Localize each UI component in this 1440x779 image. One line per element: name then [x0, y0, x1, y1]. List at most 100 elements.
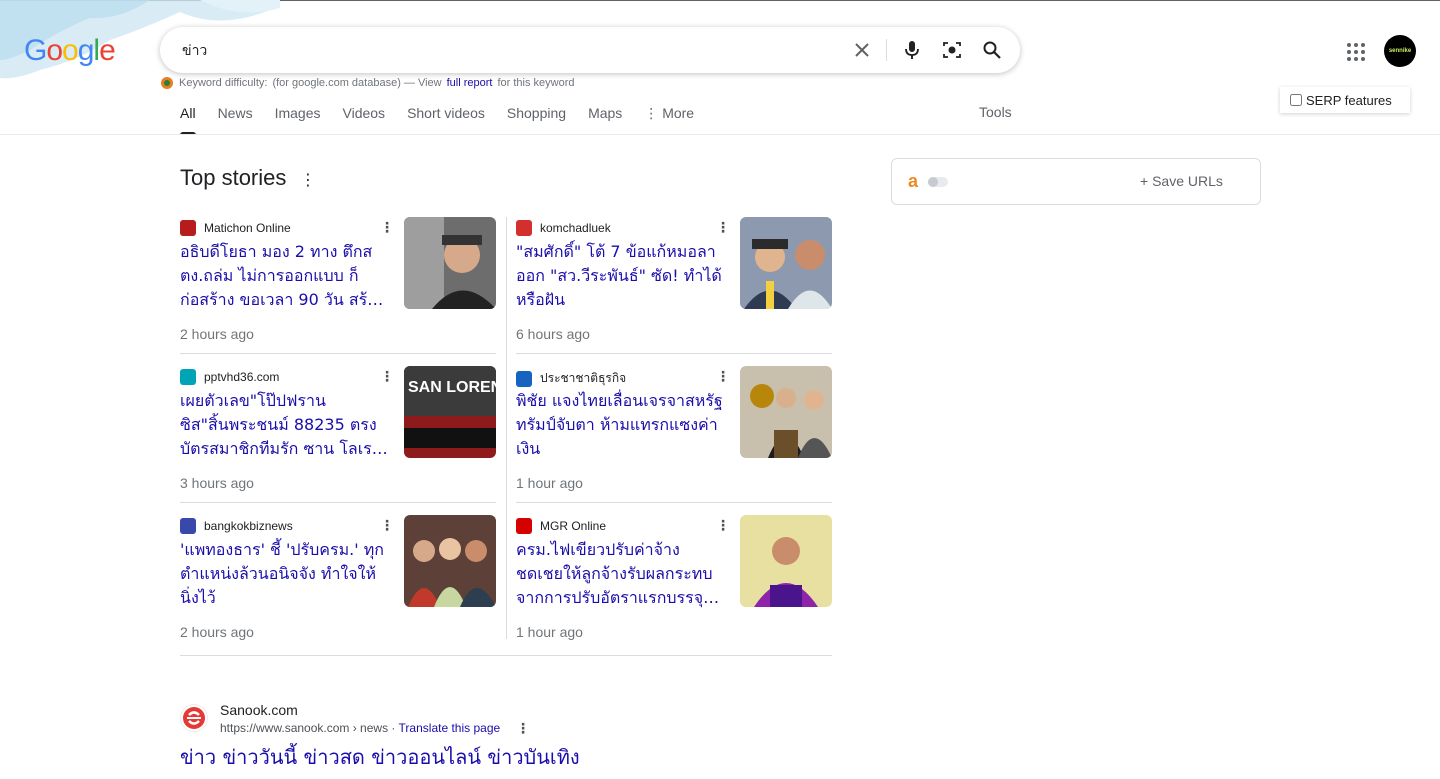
stories-column-divider	[506, 217, 507, 639]
story-card[interactable]: MGR Online ⋮ ครม.ไฟเขียวปรับค่าจ้างชดเชยให…	[516, 515, 832, 643]
close-icon[interactable]	[850, 38, 874, 62]
serp-features-checkbox[interactable]	[1290, 94, 1302, 106]
serp-features-toggle[interactable]: SERP features	[1280, 87, 1410, 113]
story-headline[interactable]: ครม.ไฟเขียวปรับค่าจ้างชดเชยให้ลูกจ้างรับ…	[516, 538, 726, 610]
story-thumbnail[interactable]: SAN LORENZO	[404, 366, 496, 458]
story-card[interactable]: komchadluek ⋮ "สมศักดิ์" โต้ 7 ข้อแก้หมอลา…	[516, 217, 832, 345]
save-urls-label: Save URLs	[1152, 173, 1223, 189]
story-source[interactable]: bangkokbiznews	[180, 518, 293, 534]
result-url-separator: ·	[391, 721, 399, 735]
account-avatar[interactable]: sennike	[1384, 35, 1416, 67]
tab-shopping[interactable]: Shopping	[496, 104, 577, 134]
source-favicon-icon	[516, 518, 532, 534]
story-card[interactable]: bangkokbiznews ⋮ 'แพทองธาร' ชี้ 'ปรับครม.'…	[180, 515, 496, 643]
tab-news[interactable]: News	[207, 104, 264, 134]
logo-letter: e	[99, 34, 116, 67]
lens-icon[interactable]	[940, 38, 964, 62]
apps-grid-icon[interactable]	[1344, 40, 1368, 64]
save-urls-button[interactable]: + Save URLs	[1140, 173, 1223, 189]
result-url-text[interactable]: https://www.sanook.com › news	[220, 721, 388, 735]
sanook-favicon[interactable]	[180, 704, 208, 732]
google-logo[interactable]: Google	[24, 34, 116, 68]
tab-maps[interactable]: Maps	[577, 104, 633, 134]
top-stories-title: Top stories	[180, 165, 287, 190]
story-headline[interactable]: อธิบดีโยธา มอง 2 ทาง ตึกสตง.ถล่ม ไม่การอ…	[180, 240, 390, 312]
story-thumbnail[interactable]	[740, 217, 832, 309]
result-menu-icon[interactable]: ⋮	[516, 720, 530, 737]
search-input[interactable]	[180, 39, 824, 63]
translate-link[interactable]: Translate this page	[399, 721, 501, 735]
story-time: 6 hours ago	[516, 326, 590, 342]
story-thumbnail[interactable]	[740, 515, 832, 607]
source-favicon-icon	[516, 220, 532, 236]
story-thumbnail[interactable]	[404, 515, 496, 607]
story-headline[interactable]: เผยตัวเลข"โป๊ปฟรานซิส"สิ้นพระชนม์ 88235 …	[180, 389, 390, 461]
story-row-divider	[180, 502, 496, 503]
tab-label: More	[662, 105, 695, 121]
svg-text:SAN LORENZO: SAN LORENZO	[408, 379, 496, 396]
semrush-flower-icon	[161, 77, 173, 89]
tab-images[interactable]: Images	[264, 104, 332, 134]
story-source-name: Matichon Online	[204, 221, 291, 235]
tab-label: Short videos	[407, 105, 485, 121]
story-time: 3 hours ago	[180, 475, 254, 491]
search-icon[interactable]	[980, 38, 1004, 62]
story-menu-icon[interactable]: ⋮	[380, 517, 394, 534]
keyword-difficulty-label: Keyword difficulty:	[179, 77, 268, 89]
tools-button[interactable]: Tools	[979, 104, 1012, 120]
story-source[interactable]: MGR Online	[516, 518, 606, 534]
story-menu-icon[interactable]: ⋮	[716, 368, 730, 385]
story-source[interactable]: pptvhd36.com	[180, 369, 279, 385]
tab-label: Shopping	[506, 105, 567, 121]
tab-all[interactable]: All	[180, 104, 207, 135]
story-headline[interactable]: พิชัย แจงไทยเลื่อนเจรจาสหรัฐ ทรัมป์จับตา…	[516, 389, 726, 461]
logo-letter: G	[24, 34, 47, 67]
logo-letter: g	[77, 34, 95, 67]
ahrefs-toggle[interactable]	[928, 177, 948, 187]
full-report-link[interactable]: full report	[447, 77, 493, 89]
story-menu-icon[interactable]: ⋮	[716, 219, 730, 236]
story-source[interactable]: ประชาชาติธุรกิจ	[516, 369, 626, 388]
tab-more[interactable]: ⋮ More	[633, 104, 705, 134]
story-menu-icon[interactable]: ⋮	[380, 368, 394, 385]
story-source-name: ประชาชาติธุรกิจ	[540, 371, 627, 385]
story-source[interactable]: Matichon Online	[180, 220, 291, 236]
search-tabs: All News Images Videos Short videos Shopping M…	[180, 104, 705, 135]
source-favicon-icon	[180, 369, 196, 385]
story-source-name: pptvhd36.com	[204, 370, 280, 384]
result-title[interactable]: ข่าว ข่าววันนี้ ข่าวสด ข่าวออนไลน์ ข่าวบ…	[180, 741, 580, 773]
save-urls-panel: a + Save URLs	[891, 158, 1261, 205]
serp-features-label: SERP features	[1306, 92, 1392, 108]
story-time: 1 hour ago	[516, 624, 583, 640]
story-headline[interactable]: "สมศักดิ์" โต้ 7 ข้อแก้หมอลาออก "สว.วีระ…	[516, 240, 726, 312]
result-site-name[interactable]: Sanook.com	[220, 702, 298, 718]
keyword-difficulty-bar: Keyword difficulty: (for google.com data…	[160, 76, 575, 90]
top-stories-menu-icon[interactable]: ⋮	[300, 170, 316, 190]
tab-label: Videos	[342, 105, 386, 121]
story-headline[interactable]: 'แพทองธาร' ชี้ 'ปรับครม.' ทุกตำแหน่งล้วน…	[180, 538, 390, 610]
story-menu-icon[interactable]: ⋮	[716, 517, 730, 534]
search-box[interactable]	[160, 27, 1020, 73]
top-stories-bottom-rule	[180, 655, 832, 656]
tabs-divider	[0, 134, 1440, 135]
tab-short-videos[interactable]: Short videos	[396, 104, 496, 134]
story-card[interactable]: Matichon Online ⋮ อธิบดีโยธา มอง 2 ทาง ตึก…	[180, 217, 496, 345]
ahrefs-icon: a	[908, 171, 919, 191]
story-card[interactable]: ประชาชาติธุรกิจ ⋮ พิชัย แจงไทยเลื่อนเจรจาส…	[516, 366, 832, 494]
microphone-icon[interactable]	[900, 38, 924, 62]
story-menu-icon[interactable]: ⋮	[380, 219, 394, 236]
source-favicon-icon	[180, 518, 196, 534]
story-thumbnail[interactable]	[740, 366, 832, 458]
keyword-difficulty-db: (for google.com database) — View	[272, 77, 442, 89]
story-time: 2 hours ago	[180, 624, 254, 640]
story-thumbnail[interactable]	[404, 217, 496, 309]
story-source[interactable]: komchadluek	[516, 220, 611, 236]
avatar-text: sennike	[1388, 48, 1412, 54]
tab-label: Maps	[588, 105, 623, 121]
tab-videos[interactable]: Videos	[332, 104, 397, 134]
story-card[interactable]: pptvhd36.com ⋮ เผยตัวเลข"โป๊ปฟรานซิส"สิ้นพ…	[180, 366, 496, 494]
story-source-name: bangkokbiznews	[204, 519, 293, 533]
tab-label: Images	[274, 105, 321, 121]
story-row-divider	[516, 502, 832, 503]
result-url: https://www.sanook.com › news · Translat…	[220, 721, 500, 735]
